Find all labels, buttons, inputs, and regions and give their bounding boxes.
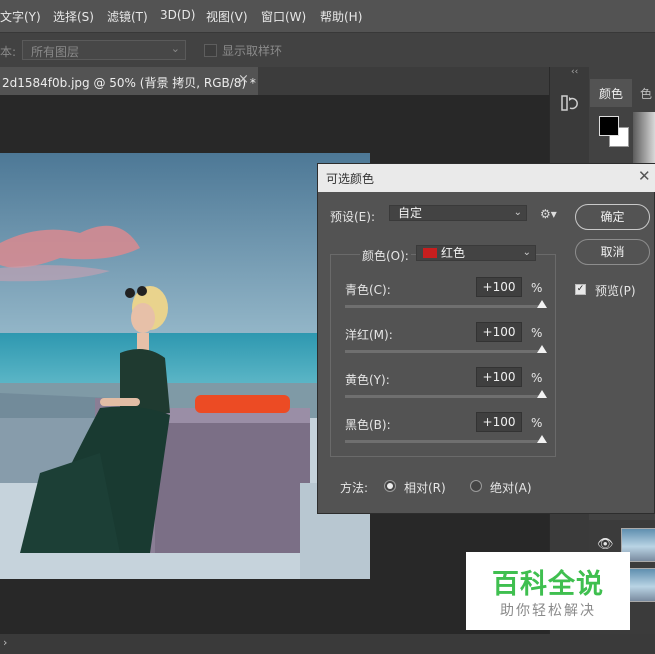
document-tab-strip: 2d1584f0b.jpg @ 50% (背景 拷贝, RGB/8) * × [0, 67, 549, 95]
menu-window[interactable]: 窗口(W) [261, 8, 306, 25]
preset-select[interactable]: 自定 ⌄ [389, 205, 527, 221]
dialog-title: 可选颜色 [326, 172, 375, 186]
show-ring-checkbox[interactable] [204, 44, 217, 57]
yellow-slider-thumb[interactable] [537, 390, 547, 398]
preset-label: 预设(E): [330, 210, 375, 224]
absolute-label: 绝对(A) [490, 481, 532, 495]
cyan-slider-track[interactable] [345, 305, 542, 308]
menu-3d[interactable]: 3D(D) [160, 8, 195, 22]
watermark-subtitle: 助你轻松解决 [500, 603, 596, 619]
menu-filter[interactable]: 滤镜(T) [107, 8, 148, 25]
yellow-unit: % [531, 371, 543, 385]
menu-view[interactable]: 视图(V) [206, 8, 248, 25]
cyan-unit: % [531, 281, 543, 295]
yellow-value[interactable]: +100 [476, 367, 522, 387]
relative-radio[interactable] [384, 480, 396, 492]
options-bar: 本: 所有图层 ⌄ 显示取样环 [0, 32, 655, 68]
menu-help[interactable]: 帮助(H) [320, 8, 362, 25]
magenta-slider-track[interactable] [345, 350, 542, 353]
sample-select[interactable]: 所有图层 ⌄ [22, 40, 186, 60]
tab-color[interactable]: 颜色 [590, 79, 632, 107]
collapse-panel-icon[interactable]: ‹‹ [571, 67, 578, 77]
chevron-down-icon: ⌄ [513, 207, 522, 218]
selective-color-dialog: 可选颜色 ✕ 预设(E): 自定 ⌄ ⚙▾ 确定 取消 ✓ 预览(P) 颜色(O… [317, 163, 655, 514]
eye-icon[interactable]: 👁 [597, 537, 614, 552]
document-tab[interactable]: 2d1584f0b.jpg @ 50% (背景 拷贝, RGB/8) * × [0, 67, 258, 95]
preset-value: 自定 [398, 206, 423, 220]
black-slider-track[interactable] [345, 440, 542, 443]
dialog-titlebar[interactable]: 可选颜色 ✕ [318, 164, 655, 192]
absolute-radio[interactable] [470, 480, 482, 492]
status-bar [0, 634, 655, 654]
gear-icon[interactable]: ⚙▾ [540, 207, 557, 221]
sample-label: 本: [0, 45, 17, 59]
tab-swatches[interactable]: 色 [640, 85, 652, 102]
yellow-label: 黄色(Y): [345, 373, 390, 387]
black-slider-thumb[interactable] [537, 435, 547, 443]
colors-label: 颜色(O): [360, 247, 411, 264]
expand-status-icon[interactable]: › [3, 636, 7, 649]
magenta-slider-thumb[interactable] [537, 345, 547, 353]
document-image[interactable] [0, 153, 370, 579]
menu-type[interactable]: 文字(Y) [0, 8, 41, 25]
watermark: 百科全说 助你轻松解决 [466, 552, 630, 630]
menu-bar: 文字(Y) 选择(S) 滤镜(T) 3D(D) 视图(V) 窗口(W) 帮助(H… [0, 0, 655, 32]
close-icon[interactable]: × [238, 72, 249, 87]
cyan-value[interactable]: +100 [476, 277, 522, 297]
watermark-title: 百科全说 [492, 569, 604, 600]
chevron-down-icon: ⌄ [170, 42, 180, 55]
ok-button[interactable]: 确定 [575, 204, 650, 230]
close-icon[interactable]: ✕ [638, 167, 651, 185]
show-ring-label: 显示取样环 [222, 44, 283, 58]
colors-select[interactable]: 红色 ⌄ [416, 245, 536, 261]
magenta-value[interactable]: +100 [476, 322, 522, 342]
sample-select-value: 所有图层 [31, 45, 80, 59]
cyan-slider-thumb[interactable] [537, 300, 547, 308]
history-icon[interactable] [560, 94, 578, 112]
preview-checkbox[interactable]: ✓ [575, 284, 586, 295]
menu-select[interactable]: 选择(S) [53, 8, 94, 25]
preview-label: 预览(P) [595, 284, 636, 298]
yellow-slider-track[interactable] [345, 395, 542, 398]
cancel-button[interactable]: 取消 [575, 239, 650, 265]
red-swatch [423, 248, 437, 258]
relative-label: 相对(R) [404, 481, 446, 495]
black-value[interactable]: +100 [476, 412, 522, 432]
document-tab-label: 2d1584f0b.jpg @ 50% (背景 拷贝, RGB/8) * [2, 76, 256, 90]
foreground-color-swatch[interactable] [599, 116, 619, 136]
tab-color-label: 颜色 [599, 87, 624, 101]
black-label: 黑色(B): [345, 418, 391, 432]
cyan-label: 青色(C): [345, 283, 391, 297]
black-unit: % [531, 416, 543, 430]
chevron-down-icon: ⌄ [522, 247, 531, 258]
color-spectrum[interactable] [633, 112, 655, 166]
magenta-label: 洋红(M): [345, 328, 393, 342]
magenta-unit: % [531, 326, 543, 340]
method-label: 方法: [340, 481, 369, 495]
